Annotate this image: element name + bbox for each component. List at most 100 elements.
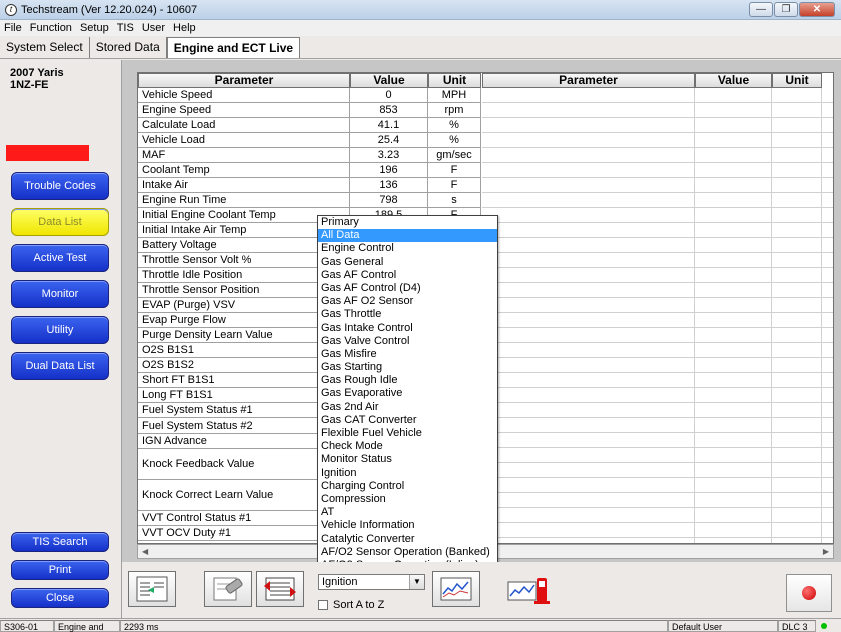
table-row[interactable]: Coolant Temp 196 F xyxy=(138,163,481,178)
minimize-button[interactable]: — xyxy=(749,2,773,17)
header-parameter-2[interactable]: Parameter xyxy=(482,73,695,88)
menu-file[interactable]: File xyxy=(4,22,22,34)
dropdown-option[interactable]: Gas Valve Control xyxy=(318,335,497,348)
menu-tis[interactable]: TIS xyxy=(117,22,134,34)
empty-row[interactable] xyxy=(482,163,833,178)
dropdown-option[interactable]: Compression xyxy=(318,493,497,506)
scroll-left-icon[interactable]: ◀ xyxy=(142,547,148,556)
empty-row[interactable] xyxy=(482,433,833,448)
data-group-dropdown-list[interactable]: Primary All Data Engine Control Gas General… xyxy=(317,215,498,572)
dropdown-option[interactable]: All Data xyxy=(318,229,497,243)
header-parameter[interactable]: Parameter xyxy=(138,73,350,88)
list-edit-button[interactable] xyxy=(128,571,176,607)
empty-row[interactable] xyxy=(482,463,833,478)
monitor-button[interactable]: Monitor xyxy=(11,280,109,308)
graph-fuel-button[interactable] xyxy=(506,571,554,607)
close-window-button[interactable]: ✕ xyxy=(799,2,835,17)
chevron-down-icon[interactable]: ▼ xyxy=(409,575,424,589)
pin-button[interactable] xyxy=(204,571,252,607)
tis-search-button[interactable]: TIS Search xyxy=(11,532,109,552)
print-button[interactable]: Print xyxy=(11,560,109,580)
empty-row[interactable] xyxy=(482,88,833,103)
header-unit-2[interactable]: Unit xyxy=(772,73,822,88)
dual-data-list-button[interactable]: Dual Data List xyxy=(11,352,109,380)
empty-row[interactable] xyxy=(482,133,833,148)
tab-system-select[interactable]: System Select xyxy=(0,37,90,58)
empty-row[interactable] xyxy=(482,238,833,253)
empty-row[interactable] xyxy=(482,328,833,343)
table-row[interactable]: Intake Air 136 F xyxy=(138,178,481,193)
empty-row[interactable] xyxy=(482,118,833,133)
active-test-button[interactable]: Active Test xyxy=(11,244,109,272)
dropdown-option[interactable]: Vehicle Information xyxy=(318,519,497,532)
empty-row[interactable] xyxy=(482,448,833,463)
empty-row[interactable] xyxy=(482,478,833,493)
header-value[interactable]: Value xyxy=(350,73,428,88)
dropdown-option[interactable]: Gas Intake Control xyxy=(318,322,497,335)
empty-row[interactable] xyxy=(482,148,833,163)
maximize-button[interactable]: ❐ xyxy=(774,2,798,17)
dropdown-option[interactable]: Ignition xyxy=(318,467,497,480)
table-row[interactable]: Engine Run Time 798 s xyxy=(138,193,481,208)
empty-row[interactable] xyxy=(482,193,833,208)
graph-button[interactable] xyxy=(432,571,480,607)
checkbox-box[interactable] xyxy=(318,600,328,610)
empty-row[interactable] xyxy=(482,253,833,268)
dropdown-option[interactable]: Charging Control xyxy=(318,480,497,493)
data-list-button[interactable]: Data List xyxy=(11,208,109,236)
empty-row[interactable] xyxy=(482,523,833,538)
menu-help[interactable]: Help xyxy=(173,22,196,34)
header-value-2[interactable]: Value xyxy=(695,73,772,88)
dropdown-option[interactable]: AF/O2 Sensor Operation (Banked) xyxy=(318,546,497,559)
dropdown-option[interactable]: Gas AF O2 Sensor xyxy=(318,295,497,308)
menu-user[interactable]: User xyxy=(142,22,165,34)
tab-stored-data[interactable]: Stored Data xyxy=(90,37,167,58)
empty-row[interactable] xyxy=(482,268,833,283)
dropdown-option[interactable]: Gas AF Control (D4) xyxy=(318,282,497,295)
utility-button[interactable]: Utility xyxy=(11,316,109,344)
table-row[interactable]: Calculate Load 41.1% xyxy=(138,118,481,133)
swap-button[interactable] xyxy=(256,571,304,607)
dropdown-option[interactable]: Gas General xyxy=(318,256,497,269)
dropdown-option[interactable]: Engine Control xyxy=(318,242,497,255)
dropdown-option[interactable]: Gas CAT Converter xyxy=(318,414,497,427)
empty-row[interactable] xyxy=(482,343,833,358)
empty-row[interactable] xyxy=(482,418,833,433)
dropdown-option[interactable]: Gas 2nd Air xyxy=(318,401,497,414)
empty-row[interactable] xyxy=(482,208,833,223)
empty-row[interactable] xyxy=(482,298,833,313)
empty-row[interactable] xyxy=(482,373,833,388)
dropdown-option[interactable]: AT xyxy=(318,506,497,519)
record-button[interactable] xyxy=(786,574,832,612)
table-row[interactable]: MAF 3.23 gm/sec xyxy=(138,148,481,163)
empty-row[interactable] xyxy=(482,508,833,523)
dropdown-option[interactable]: Catalytic Converter xyxy=(318,533,497,546)
empty-row[interactable] xyxy=(482,178,833,193)
dropdown-option[interactable]: Monitor Status xyxy=(318,453,497,466)
tab-engine-ect-live[interactable]: Engine and ECT Live xyxy=(166,37,301,58)
dropdown-option[interactable]: Gas Starting xyxy=(318,361,497,374)
dropdown-option[interactable]: Gas Throttle xyxy=(318,308,497,321)
table-row[interactable]: Vehicle Speed 0 MPH xyxy=(138,88,481,103)
scroll-right-icon[interactable]: ▶ xyxy=(823,547,829,556)
header-unit[interactable]: Unit xyxy=(428,73,481,88)
dropdown-option[interactable]: Flexible Fuel Vehicle xyxy=(318,427,497,440)
close-button[interactable]: Close xyxy=(11,588,109,608)
empty-row[interactable] xyxy=(482,388,833,403)
empty-row[interactable] xyxy=(482,493,833,508)
empty-row[interactable] xyxy=(482,358,833,373)
data-group-select[interactable]: Ignition ▼ xyxy=(318,574,425,590)
menu-setup[interactable]: Setup xyxy=(80,22,109,34)
trouble-codes-button[interactable]: Trouble Codes xyxy=(11,172,109,200)
sort-a-to-z-checkbox[interactable]: Sort A to Z xyxy=(318,599,384,611)
dropdown-option[interactable]: Gas Evaporative xyxy=(318,387,497,400)
menu-function[interactable]: Function xyxy=(30,22,72,34)
dropdown-option[interactable]: Gas AF Control xyxy=(318,269,497,282)
dropdown-option[interactable]: Primary xyxy=(318,216,497,229)
dropdown-option[interactable]: Check Mode xyxy=(318,440,497,453)
empty-row[interactable] xyxy=(482,283,833,298)
dropdown-option[interactable]: Gas Misfire xyxy=(318,348,497,361)
dropdown-option[interactable]: Gas Rough Idle xyxy=(318,374,497,387)
empty-row[interactable] xyxy=(482,313,833,328)
table-row[interactable]: Vehicle Load 25.4% xyxy=(138,133,481,148)
